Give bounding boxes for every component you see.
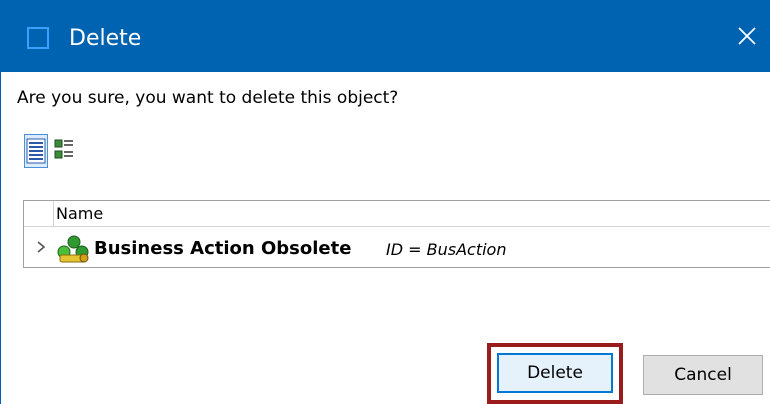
business-action-icon [57, 235, 89, 263]
delete-dialog: Delete Are you sure, you want to delete … [0, 0, 770, 404]
close-button[interactable] [723, 14, 770, 58]
chevron-right-icon[interactable] [34, 238, 48, 256]
tree-header: Name [24, 201, 770, 227]
object-id: ID = BusAction [386, 240, 507, 259]
confirmation-prompt: Are you sure, you want to delete this ob… [17, 88, 399, 108]
tree-row[interactable]: Business Action Obsolete ID = BusAction [24, 228, 770, 266]
detail-view-button[interactable] [52, 134, 76, 168]
cancel-button[interactable]: Cancel [643, 355, 763, 395]
tree-gutter [24, 201, 54, 227]
dialog-title: Delete [69, 26, 142, 51]
column-header-name[interactable]: Name [56, 204, 103, 223]
delete-button[interactable]: Delete [497, 353, 613, 393]
title-bar[interactable]: Delete [1, 0, 770, 72]
object-tree[interactable]: Name Business Action Obsolete ID = BusAc… [23, 200, 770, 268]
list-view-button[interactable] [24, 134, 48, 168]
detail-view-icon [54, 139, 73, 159]
window-icon [27, 27, 49, 49]
close-icon [738, 27, 756, 45]
object-name: Business Action Obsolete [94, 238, 352, 259]
list-view-icon [26, 138, 46, 164]
